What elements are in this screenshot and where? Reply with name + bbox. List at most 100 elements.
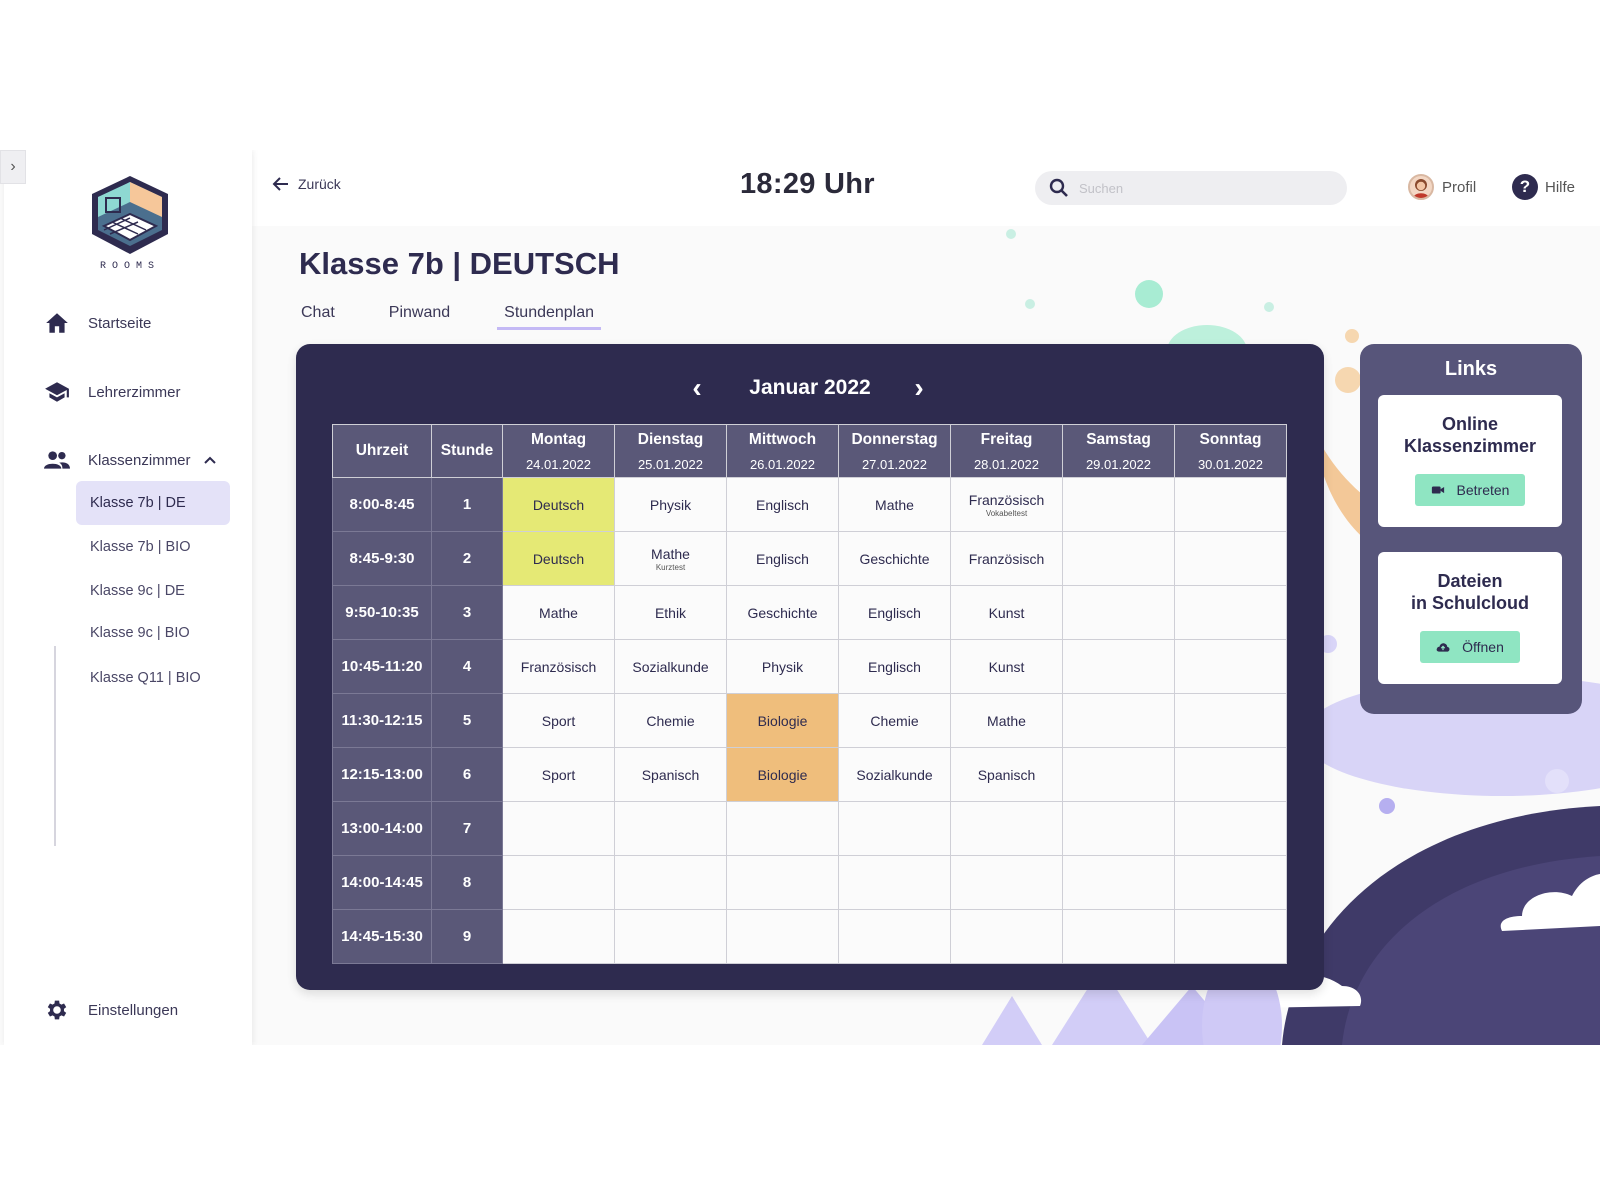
lesson-cell[interactable]: [1174, 909, 1287, 964]
lesson-cell[interactable]: Französisch: [502, 639, 615, 694]
lesson-cell[interactable]: [1174, 477, 1287, 532]
class-item-7b-de[interactable]: Klasse 7b | DE: [76, 481, 230, 525]
class-item-9c-de[interactable]: Klasse 9c | DE: [76, 569, 230, 613]
lesson-cell[interactable]: Ethik: [614, 585, 727, 640]
lesson-cell[interactable]: Sozialkunde: [614, 639, 727, 694]
class-item-9c-bio[interactable]: Klasse 9c | BIO: [76, 611, 230, 655]
time-cell: 12:15-13:00: [332, 747, 432, 802]
lesson-cell[interactable]: [1062, 801, 1175, 856]
class-item-q11-bio[interactable]: Klasse Q11 | BIO: [76, 656, 230, 700]
join-button[interactable]: Betreten: [1414, 474, 1526, 506]
lesson-note: Kurztest: [655, 562, 686, 572]
lesson-cell[interactable]: [1062, 747, 1175, 802]
lesson-cell[interactable]: Französisch: [950, 531, 1063, 586]
lesson-cell[interactable]: [1062, 531, 1175, 586]
help-button[interactable]: ? Hilfe: [1512, 174, 1575, 200]
card-title: Online Klassenzimmer: [1378, 413, 1562, 457]
lesson-cell[interactable]: [502, 801, 615, 856]
lesson-cell[interactable]: Chemie: [614, 693, 727, 748]
nav-startseite[interactable]: Startseite: [42, 305, 151, 341]
chevron-up-icon[interactable]: [203, 455, 217, 465]
lesson-cell[interactable]: [838, 909, 951, 964]
lesson-cell[interactable]: Mathe: [950, 693, 1063, 748]
day-name: Montag: [530, 430, 587, 448]
nav-klassenzimmer[interactable]: Klassenzimmer: [42, 442, 217, 478]
lesson-cell[interactable]: [614, 855, 727, 910]
lesson-cell[interactable]: [1062, 855, 1175, 910]
lesson-cell[interactable]: [1174, 801, 1287, 856]
tab-stundenplan[interactable]: Stundenplan: [497, 304, 602, 330]
lesson-subject: Mathe: [875, 496, 914, 513]
lesson-cell[interactable]: [1174, 747, 1287, 802]
lesson-cell[interactable]: Mathe: [502, 585, 615, 640]
lesson-cell[interactable]: [950, 909, 1063, 964]
nav-lehrerzimmer[interactable]: Lehrerzimmer: [42, 374, 181, 410]
profile-label: Profil: [1442, 178, 1477, 196]
timetable-body: 8:00-8:45 1 Deutsch Physik Englisch Mathe Fran…: [332, 477, 1287, 964]
lesson-cell[interactable]: [1174, 639, 1287, 694]
lesson-cell[interactable]: [1062, 639, 1175, 694]
sidebar: ROOMS Startseite Lehrerzimmer Klassenzim…: [4, 150, 252, 1045]
lesson-cell[interactable]: [502, 909, 615, 964]
search-box[interactable]: [1035, 171, 1347, 205]
time-cell: 8:00-8:45: [332, 477, 432, 532]
lesson-cell[interactable]: Deutsch: [502, 477, 615, 532]
lesson-cell[interactable]: Englisch: [726, 531, 839, 586]
lesson-cell[interactable]: [950, 801, 1063, 856]
lesson-cell[interactable]: [838, 855, 951, 910]
profile-button[interactable]: Profil: [1408, 174, 1476, 200]
lesson-cell[interactable]: [726, 909, 839, 964]
lesson-cell[interactable]: Französisch Vokabeltest: [950, 477, 1063, 532]
chevron-right-icon[interactable]: ›: [904, 372, 934, 404]
lesson-cell[interactable]: [1062, 477, 1175, 532]
lesson-cell[interactable]: Spanisch: [950, 747, 1063, 802]
class-item-7b-bio[interactable]: Klasse 7b | BIO: [76, 525, 230, 569]
lesson-cell[interactable]: Geschichte: [838, 531, 951, 586]
day-header-freitag: Freitag 28.01.2022: [950, 424, 1063, 478]
lesson-cell[interactable]: Biologie: [726, 747, 839, 802]
lesson-cell[interactable]: [1062, 585, 1175, 640]
lesson-cell[interactable]: [726, 855, 839, 910]
lesson-cell[interactable]: [1174, 531, 1287, 586]
lesson-cell[interactable]: [1174, 693, 1287, 748]
lesson-cell[interactable]: [726, 801, 839, 856]
lesson-cell[interactable]: Sport: [502, 693, 615, 748]
lesson-cell[interactable]: Sozialkunde: [838, 747, 951, 802]
tab-chat[interactable]: Chat: [299, 304, 337, 330]
search-input[interactable]: [1079, 180, 1329, 196]
lesson-cell[interactable]: Englisch: [838, 585, 951, 640]
lesson-cell[interactable]: Kunst: [950, 639, 1063, 694]
lesson-cell[interactable]: Deutsch: [502, 531, 615, 586]
lesson-cell[interactable]: Sport: [502, 747, 615, 802]
tab-pinwand[interactable]: Pinwand: [387, 304, 452, 330]
chevron-left-icon[interactable]: ‹: [682, 372, 712, 404]
table-header-row: Uhrzeit Stunde Montag 24.01.2022 Dienstag 2…: [332, 424, 1287, 478]
lesson-cell[interactable]: [950, 855, 1063, 910]
lesson-cell[interactable]: Spanisch: [614, 747, 727, 802]
lesson-cell[interactable]: [1174, 855, 1287, 910]
lesson-cell[interactable]: Englisch: [838, 639, 951, 694]
back-button[interactable]: Zurück: [272, 176, 341, 192]
open-button[interactable]: Öffnen: [1420, 631, 1520, 663]
lesson-cell[interactable]: Physik: [726, 639, 839, 694]
nav-einstellungen[interactable]: Einstellungen: [42, 992, 178, 1028]
table-row: 12:15-13:00 6 Sport Spanisch Biologie Sozialk…: [332, 747, 1287, 802]
lesson-cell[interactable]: [614, 909, 727, 964]
lesson-cell[interactable]: Biologie: [726, 693, 839, 748]
lesson-cell[interactable]: [502, 855, 615, 910]
lesson-cell[interactable]: [1062, 693, 1175, 748]
lesson-cell[interactable]: Englisch: [726, 477, 839, 532]
sidebar-expand-toggle[interactable]: ›: [0, 150, 26, 184]
lesson-cell[interactable]: Mathe: [838, 477, 951, 532]
lesson-cell[interactable]: [1174, 585, 1287, 640]
lesson-cell[interactable]: Mathe Kurztest: [614, 531, 727, 586]
lesson-cell[interactable]: [838, 801, 951, 856]
lesson-cell[interactable]: [614, 801, 727, 856]
lesson-cell[interactable]: Physik: [614, 477, 727, 532]
lesson-cell[interactable]: Chemie: [838, 693, 951, 748]
lesson-cell[interactable]: Kunst: [950, 585, 1063, 640]
lesson-cell[interactable]: [1062, 909, 1175, 964]
lesson-subject: Sozialkunde: [856, 766, 933, 783]
lesson-subject: Ethik: [654, 604, 687, 621]
lesson-cell[interactable]: Geschichte: [726, 585, 839, 640]
